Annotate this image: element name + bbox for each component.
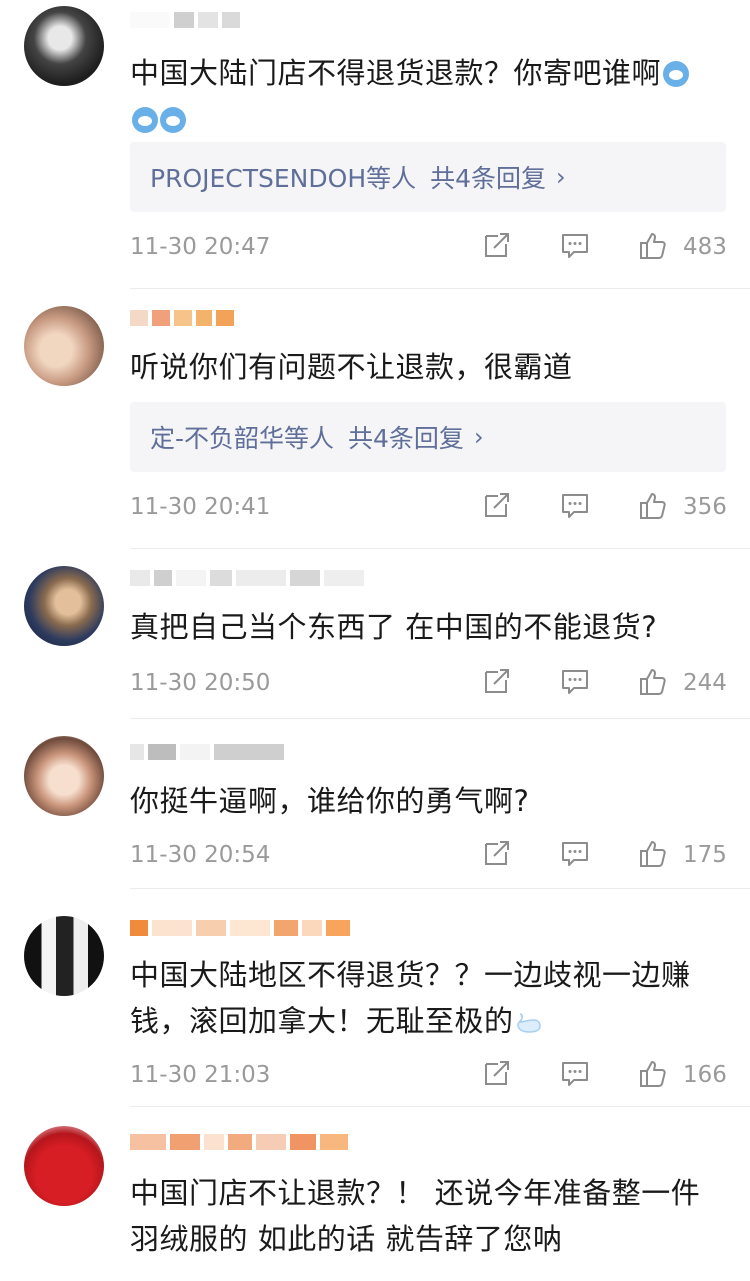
timestamp: 11-30 20:54: [130, 842, 271, 868]
comment-meta: 11-30 20:50 244: [130, 664, 727, 704]
thumbs-up-icon[interactable]: [638, 666, 668, 696]
share-icon[interactable]: [482, 1058, 512, 1088]
comment-item: 听说你们有问题不让退款，很霸道 定-不负韶华等人 共4条回复 › 11-30 2…: [0, 290, 750, 550]
comment-text: 你挺牛逼啊，谁给你的勇气啊?: [130, 784, 530, 818]
comment-item: 真把自己当个东西了 在中国的不能退货? 11-30 20:50 244: [0, 550, 750, 720]
divider: [130, 888, 750, 889]
chevron-right-icon: ›: [473, 423, 484, 451]
avatar[interactable]: [24, 6, 104, 86]
replies-preview[interactable]: 定-不负韶华等人 共4条回复 ›: [130, 402, 726, 472]
comment-meta: 11-30 20:41 356: [130, 488, 727, 528]
avatar[interactable]: [24, 306, 104, 386]
username-blurred[interactable]: [130, 920, 350, 940]
username-blurred[interactable]: [130, 12, 240, 32]
avatar[interactable]: [24, 566, 104, 646]
comment-icon[interactable]: [560, 1058, 590, 1088]
divider: [130, 1106, 750, 1107]
thumbs-up-icon[interactable]: [638, 1058, 668, 1088]
timestamp: 11-30 20:41: [130, 494, 271, 520]
reply-names: PROJECTSENDOH等人: [150, 164, 417, 193]
timestamp: 11-30 20:47: [130, 234, 271, 260]
like-count: 483: [683, 234, 727, 260]
timestamp: 11-30 20:50: [130, 670, 271, 696]
comment-text: 真把自己当个东西了 在中国的不能退货?: [130, 610, 658, 644]
doraemon-emoji-icon: [132, 107, 158, 133]
avatar[interactable]: [24, 1126, 104, 1206]
share-icon[interactable]: [482, 666, 512, 696]
username-blurred[interactable]: [130, 744, 284, 764]
comment-meta: 11-30 20:54 175: [130, 836, 727, 876]
thumbs-up-icon[interactable]: [638, 490, 668, 520]
thumbs-up-icon[interactable]: [638, 230, 668, 260]
username-blurred[interactable]: [130, 310, 234, 330]
like-count: 175: [683, 842, 727, 868]
comment-text: 中国门店不让退款？！ 还说今年准备整一件 羽绒服的 如此的话 就告辞了您呐: [130, 1176, 701, 1256]
share-icon[interactable]: [482, 230, 512, 260]
comment-icon[interactable]: [560, 490, 590, 520]
comment-meta: 11-30 21:03 166: [130, 1056, 727, 1096]
comment-item: 中国门店不让退款？！ 还说今年准备整一件 羽绒服的 如此的话 就告辞了您呐: [0, 1108, 750, 1281]
comment-icon[interactable]: [560, 230, 590, 260]
comment-item: 中国大陆门店不得退货退款？你寄吧谁啊 PROJECTSENDOH等人 共4条回复…: [0, 0, 750, 290]
username-blurred[interactable]: [130, 1134, 348, 1154]
replies-preview[interactable]: PROJECTSENDOH等人 共4条回复 ›: [130, 142, 726, 212]
like-count: 244: [683, 670, 727, 696]
chevron-right-icon: ›: [556, 163, 566, 191]
comment-text: 中国大陆门店不得退货退款？你寄吧谁啊: [130, 50, 730, 142]
comment-icon[interactable]: [560, 838, 590, 868]
reply-count: 共4条回复: [430, 164, 547, 193]
divider: [130, 718, 750, 719]
timestamp: 11-30 21:03: [130, 1062, 271, 1088]
comment-icon[interactable]: [560, 666, 590, 696]
username-blurred[interactable]: [130, 570, 364, 590]
share-icon[interactable]: [482, 838, 512, 868]
divider: [130, 548, 750, 549]
comment-item: 你挺牛逼啊，谁给你的勇气啊? 11-30 20:54 175: [0, 720, 750, 890]
like-count: 356: [683, 494, 727, 520]
reply-count: 共4条回复: [348, 424, 464, 453]
reply-names: 定-不负韶华等人: [150, 424, 335, 453]
swan-emoji-icon: [516, 1013, 541, 1033]
comment-text: 听说你们有问题不让退款，很霸道: [130, 350, 573, 384]
share-icon[interactable]: [482, 490, 512, 520]
like-count: 166: [683, 1062, 727, 1088]
avatar[interactable]: [24, 736, 104, 816]
avatar[interactable]: [24, 916, 104, 996]
doraemon-emoji-icon: [663, 61, 690, 87]
comment-item: 中国大陆地区不得退货？？一边歧视一边赚 钱，滚回加拿大！无耻至极的 11-30 …: [0, 890, 750, 1108]
comment-meta: 11-30 20:47 483: [130, 228, 727, 268]
doraemon-emoji-icon: [160, 107, 186, 133]
thumbs-up-icon[interactable]: [638, 838, 668, 868]
comment-text: 中国大陆地区不得退货？？一边歧视一边赚 钱，滚回加拿大！无耻至极的: [130, 958, 691, 1038]
divider: [130, 288, 750, 289]
